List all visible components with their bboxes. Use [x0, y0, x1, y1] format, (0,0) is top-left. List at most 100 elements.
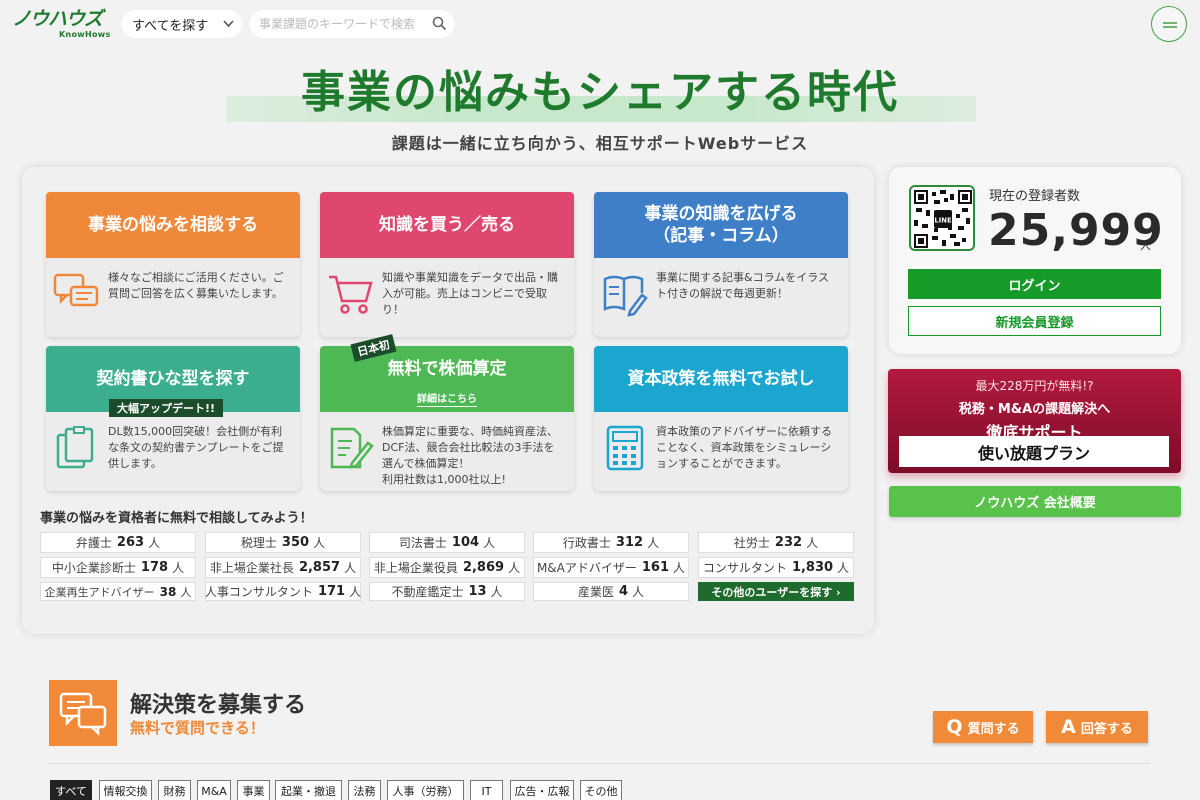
- service-card-description: 資本政策のアドバイザーに依頼することなく、資本政策をシミュレーションすることがで…: [656, 425, 832, 470]
- logo-subtext: KnowHows: [59, 30, 111, 39]
- registration-panel: LINE 現在の登録者数 25,999 人 ログイン 新規会員登録: [889, 167, 1181, 354]
- divider: [48, 763, 1150, 764]
- update-badge: 大幅アップデート!!: [109, 399, 224, 417]
- unlimited-plan-banner[interactable]: 最大228万円が無料!? 税務・M&Aの課題解決へ 徹底サポート 使い放題プラン: [888, 369, 1181, 473]
- expert-count: 178: [140, 560, 169, 575]
- service-card-description: 知識や事業知識をデータで出品・購入が可能。売上はコンビニで受取り！: [382, 271, 558, 316]
- search-input[interactable]: [259, 17, 429, 31]
- category-tag[interactable]: IT: [470, 780, 503, 800]
- search-icon[interactable]: [432, 16, 447, 31]
- service-card-valuation[interactable]: 無料で株価算定 日本初 詳細はこちら 株価算定に重要な、時価純資産法、DCF法、…: [320, 334, 574, 491]
- signup-button[interactable]: 新規会員登録: [908, 306, 1161, 336]
- expert-category[interactable]: 非上場企業役員 2,869 人: [369, 557, 525, 578]
- expert-category[interactable]: 弁護士 263 人: [40, 532, 196, 553]
- expert-unit: 人: [349, 585, 362, 599]
- service-card-title: 事業の悩みを相談する: [46, 192, 300, 258]
- book-pen-icon: [600, 269, 650, 319]
- question-letter-icon: Q: [946, 716, 963, 738]
- details-link[interactable]: 詳細はこちら: [320, 390, 574, 407]
- qr-line-label: LINE: [934, 217, 952, 225]
- category-tag[interactable]: 起業・撤退: [275, 780, 342, 800]
- category-tag[interactable]: 法務: [348, 780, 381, 800]
- menu-button[interactable]: [1151, 6, 1187, 42]
- answer-button[interactable]: A 回答する: [1046, 711, 1148, 743]
- expert-count: 1,830: [791, 560, 834, 575]
- expert-category[interactable]: 産業医 4 人: [533, 582, 689, 601]
- chat-bubbles-icon: [59, 692, 107, 736]
- service-card-contracts[interactable]: 契約書ひな型を探す 大幅アップデート!! DL数15,000回突破！会社側が有利…: [46, 346, 300, 491]
- service-card-description: 様々なご相談にご活用ください。ご質問ご回答を広く募集いたします。: [108, 271, 284, 300]
- expert-count: 232: [774, 535, 803, 550]
- service-card-description: DL数15,000回突破！会社側が有利な条文の契約書テンプレートをご提供します。: [108, 425, 284, 470]
- service-card-title: 知識を買う／売る: [320, 192, 574, 258]
- expert-category[interactable]: 司法書士 104 人: [369, 532, 525, 553]
- expert-unit: 人: [483, 536, 496, 550]
- expert-category[interactable]: 中小企業診断士 178 人: [40, 557, 196, 578]
- service-card-consult[interactable]: 事業の悩みを相談する 様々なご相談にご活用ください。ご質問ご回答を広く募集いたし…: [46, 192, 300, 337]
- service-card-description: 株価算定に重要な、時価純資産法、DCF法、競合会社比較法の3手法を選んで株価算定…: [382, 425, 558, 486]
- company-profile-button[interactable]: ノウハウズ 会社概要: [889, 486, 1181, 517]
- category-tag[interactable]: 人事（労務）: [387, 780, 464, 800]
- expert-label: 企業再生アドバイザー: [44, 585, 155, 599]
- expert-unit: 人: [673, 561, 686, 575]
- unlimited-plan-button[interactable]: 使い放題プラン: [899, 436, 1169, 467]
- category-tag[interactable]: 情報交換: [99, 780, 152, 800]
- expert-label: コンサルタント: [702, 561, 787, 575]
- expert-count: 312: [615, 535, 644, 550]
- expert-category[interactable]: 税理士 350 人: [205, 532, 361, 553]
- service-card-knowledge-market[interactable]: 知識を買う／売る 知識や事業知識をデータで出品・購入が可能。売上はコンビニで受取…: [320, 192, 574, 337]
- hero-subtitle: 課題は一緒に立ち向かう、相互サポートWebサービス: [391, 134, 809, 153]
- expert-category[interactable]: M&Aアドバイザー 161 人: [533, 557, 689, 578]
- category-tag[interactable]: その他: [580, 780, 622, 800]
- expert-count: 263: [116, 535, 145, 550]
- expert-category[interactable]: 社労士 232 人: [698, 532, 854, 553]
- service-card-title: 事業の知識を広げる （記事・コラム）: [594, 192, 848, 258]
- category-tag[interactable]: すべて: [50, 780, 92, 800]
- expert-count: 161: [641, 560, 670, 575]
- logo[interactable]: ノウハウズ KnowHows: [12, 8, 116, 42]
- expert-label: 産業医: [577, 585, 614, 599]
- search-field[interactable]: [250, 10, 454, 38]
- expert-unit: 人: [148, 536, 161, 550]
- service-card-capital-policy[interactable]: 資本政策を無料でお試し 資本政策のアドバイザーに依頼することなく、資本政策をシミ…: [594, 346, 848, 491]
- more-users-button[interactable]: その他のユーザーを探す ›: [698, 582, 854, 601]
- expert-unit: 人: [344, 561, 357, 575]
- ask-question-button[interactable]: Q 質問する: [933, 711, 1033, 743]
- hero-title: 事業の悩みもシェアする時代: [301, 67, 899, 118]
- promo-line-1: 最大228万円が無料!?: [975, 379, 1094, 393]
- expert-unit: 人: [632, 585, 645, 599]
- expert-unit: 人: [490, 585, 503, 599]
- solutions-icon: [49, 680, 117, 746]
- expert-label: 不動産鑑定士: [391, 585, 464, 599]
- expert-category[interactable]: コンサルタント 1,830 人: [698, 557, 854, 578]
- registered-users-unit: 人: [1140, 239, 1151, 252]
- expert-category[interactable]: 人事コンサルタント 171 人: [205, 582, 361, 601]
- chevron-down-icon: [223, 19, 234, 28]
- category-select[interactable]: すべてを探す: [122, 10, 242, 38]
- expert-category[interactable]: 非上場企業社長 2,857 人: [205, 557, 361, 578]
- category-tag[interactable]: M&A: [197, 780, 231, 800]
- service-card-description: 事業に関する記事&コラムをイラスト付きの解説で毎週更新！: [656, 271, 830, 300]
- expert-category[interactable]: 行政書士 312 人: [533, 532, 689, 553]
- login-button[interactable]: ログイン: [908, 269, 1161, 299]
- expert-label: M&Aアドバイザー: [536, 561, 637, 575]
- expert-label: 税理士: [240, 536, 277, 550]
- service-card-articles[interactable]: 事業の知識を広げる （記事・コラム） 事業に関する記事&コラムをイラスト付きの解…: [594, 192, 848, 337]
- expert-category[interactable]: 企業再生アドバイザー 38 人: [40, 582, 196, 601]
- category-tag[interactable]: 財務: [158, 780, 191, 800]
- document-pen-icon: [326, 423, 376, 473]
- expert-unit: 人: [172, 561, 185, 575]
- logo-text: ノウハウズ: [12, 8, 103, 30]
- category-tag[interactable]: 事業: [237, 780, 270, 800]
- ask-question-label: 質問する: [967, 721, 1020, 737]
- category-tag[interactable]: 広告・広報: [510, 780, 574, 800]
- expert-category[interactable]: 不動産鑑定士 13 人: [369, 582, 525, 601]
- expert-unit: 人: [508, 561, 521, 575]
- clipboard-icon: [52, 423, 102, 473]
- line-qr-code[interactable]: LINE: [909, 185, 975, 251]
- promo-line-2: 税務・M&Aの課題解決へ: [958, 402, 1111, 417]
- experts-heading: 事業の悩みを資格者に無料で相談してみよう！: [40, 511, 313, 526]
- qr-code-icon: LINE: [914, 190, 972, 248]
- service-card-title: 資本政策を無料でお試し: [594, 346, 848, 412]
- expert-count: 171: [317, 584, 346, 599]
